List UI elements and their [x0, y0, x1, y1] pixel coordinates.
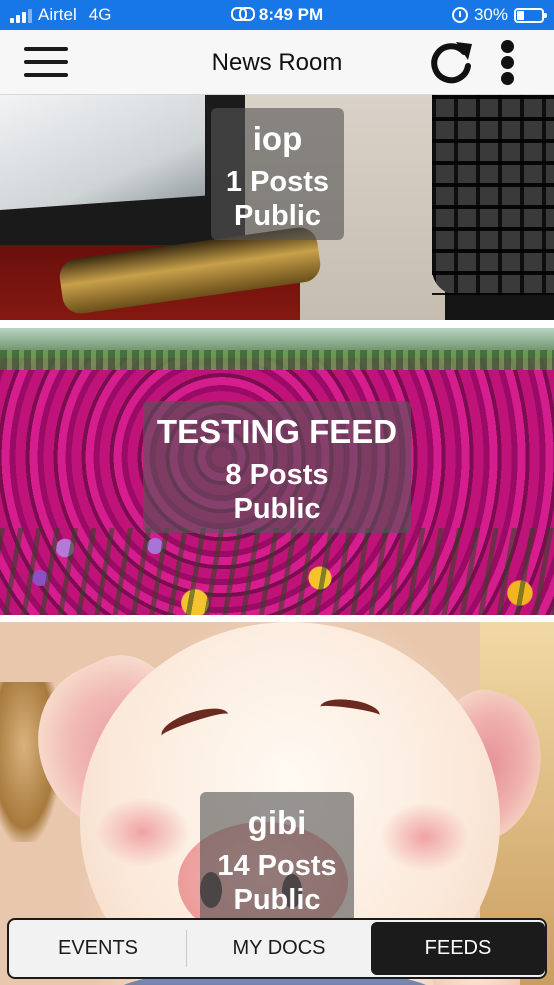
refresh-icon[interactable] [426, 38, 476, 88]
feed-info-box: gibi 14 Posts Public [200, 792, 354, 925]
link-icon [230, 7, 255, 21]
more-vertical-icon[interactable] [494, 40, 522, 86]
tab-feeds[interactable]: FEEDS [371, 922, 545, 975]
battery-percent: 30% [473, 5, 508, 24]
tab-my-docs[interactable]: MY DOCS [187, 920, 371, 977]
status-right: 30% [451, 5, 547, 25]
feed-name: TESTING FEED [156, 413, 398, 450]
feed-post-count: 14 Posts [217, 850, 337, 882]
feed-visibility: Public [233, 493, 321, 525]
status-time: 8:49 PM [258, 5, 324, 24]
feed-card-iop[interactable]: iop 1 Posts Public [0, 95, 554, 320]
feed-post-count: 1 Posts [225, 166, 330, 198]
bottom-tab-bar: EVENTS MY DOCS FEEDS [7, 918, 547, 979]
status-bar: Airtel 4G 8:49 PM 30% [0, 0, 554, 30]
feed-name: gibi [247, 804, 307, 841]
feed-info-box: TESTING FEED 8 Posts Public [143, 401, 411, 533]
tab-events[interactable]: EVENTS [9, 920, 187, 977]
battery-icon [514, 7, 547, 23]
feed-visibility: Public [233, 200, 321, 232]
feed-name: iop [252, 120, 303, 157]
alarm-icon [451, 7, 468, 23]
feed-post-count: 8 Posts [225, 459, 329, 491]
feed-card-testing-feed[interactable]: TESTING FEED 8 Posts Public [0, 328, 554, 615]
app-header: News Room [0, 30, 554, 95]
feed-visibility: Public [233, 884, 321, 916]
feed-info-box: iop 1 Posts Public [211, 108, 344, 240]
